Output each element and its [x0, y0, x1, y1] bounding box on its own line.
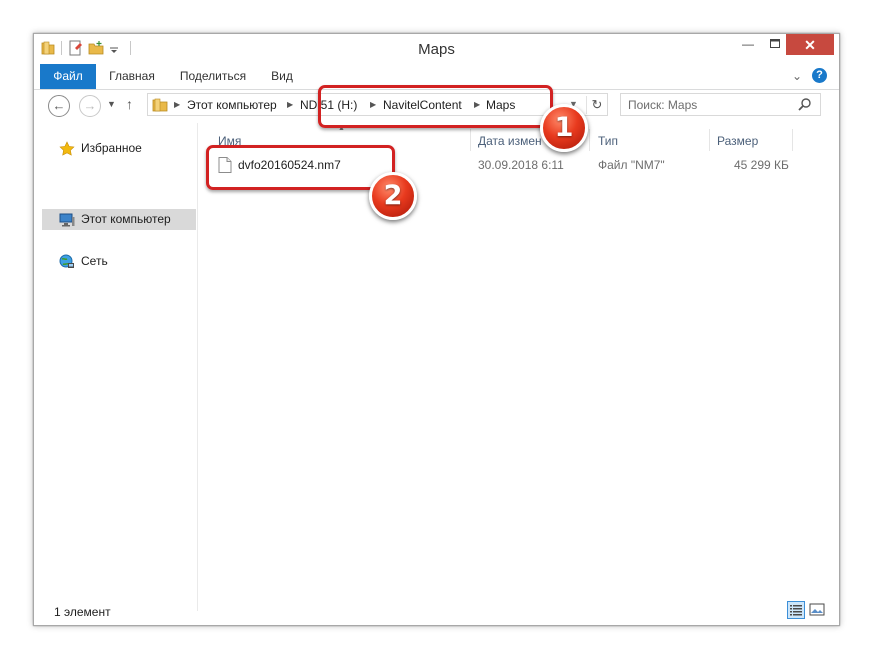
callout-badge-1: 1 — [540, 104, 588, 152]
recent-locations-icon[interactable]: ▼ — [107, 99, 116, 109]
tab-file[interactable]: Файл — [40, 64, 96, 89]
column-header-size[interactable]: Размер — [717, 131, 758, 151]
window-title: Maps — [418, 41, 455, 58]
tab-share[interactable]: Поделиться — [172, 64, 254, 89]
sidebar-item-this-pc[interactable]: Этот компьютер — [42, 209, 196, 230]
tab-home[interactable]: Главная — [104, 64, 160, 89]
network-icon — [59, 254, 75, 270]
column-divider[interactable] — [589, 129, 590, 151]
close-button[interactable]: ✕ — [786, 34, 834, 55]
callout-badge-2: 2 — [369, 172, 417, 220]
breadcrumb-this-pc[interactable]: Этот компьютер — [187, 98, 277, 112]
file-size: 45 299 КБ — [734, 158, 789, 172]
item-count: 1 элемент — [54, 605, 111, 619]
file-list: ▲ Имя Дата измен Тип Размер dvfo20160524… — [198, 123, 839, 611]
column-header-type[interactable]: Тип — [598, 131, 618, 151]
sidebar-item-label: Избранное — [81, 141, 142, 155]
details-view-icon[interactable] — [787, 601, 805, 619]
column-divider[interactable] — [709, 129, 710, 151]
sidebar-item-label: Этот компьютер — [81, 212, 171, 226]
search-icon[interactable] — [797, 97, 813, 113]
address-highlight-frame — [318, 85, 553, 128]
breadcrumb-arrow-icon[interactable]: ▶ — [287, 100, 293, 109]
sidebar-item-favorites[interactable]: Избранное — [42, 138, 182, 159]
file-type: Файл "NM7" — [598, 158, 665, 172]
star-icon — [59, 141, 75, 157]
file-highlight-frame — [206, 145, 395, 190]
expand-ribbon-icon[interactable]: ⌄ — [792, 69, 802, 83]
column-divider[interactable] — [470, 129, 471, 151]
title-bar: Maps — ✕ — [34, 34, 839, 64]
refresh-icon[interactable]: ↻ — [586, 96, 607, 114]
back-button[interactable]: ← — [48, 95, 70, 117]
forward-button[interactable]: → — [79, 95, 101, 117]
sidebar-item-network[interactable]: Сеть — [42, 251, 182, 272]
maximize-button[interactable] — [761, 34, 789, 55]
file-date: 30.09.2018 6:11 — [478, 158, 564, 172]
sidebar-item-label: Сеть — [81, 254, 108, 268]
large-icons-view-icon[interactable] — [808, 601, 826, 619]
folder-icon — [152, 98, 168, 112]
minimize-button[interactable]: — — [734, 34, 762, 55]
search-box[interactable]: Поиск: Maps — [620, 93, 821, 116]
breadcrumb-arrow-icon[interactable]: ▶ — [174, 100, 180, 109]
up-button[interactable]: ↑ — [126, 96, 133, 112]
column-header-date[interactable]: Дата измен — [478, 131, 542, 151]
column-divider[interactable] — [792, 129, 793, 151]
help-icon[interactable]: ? — [812, 68, 827, 83]
navigation-pane: Избранное Этот компьютер Сеть — [34, 123, 198, 611]
search-placeholder: Поиск: Maps — [628, 98, 698, 112]
computer-icon — [59, 212, 75, 228]
status-bar: 1 элемент — [34, 598, 839, 625]
tab-view[interactable]: Вид — [267, 64, 297, 89]
